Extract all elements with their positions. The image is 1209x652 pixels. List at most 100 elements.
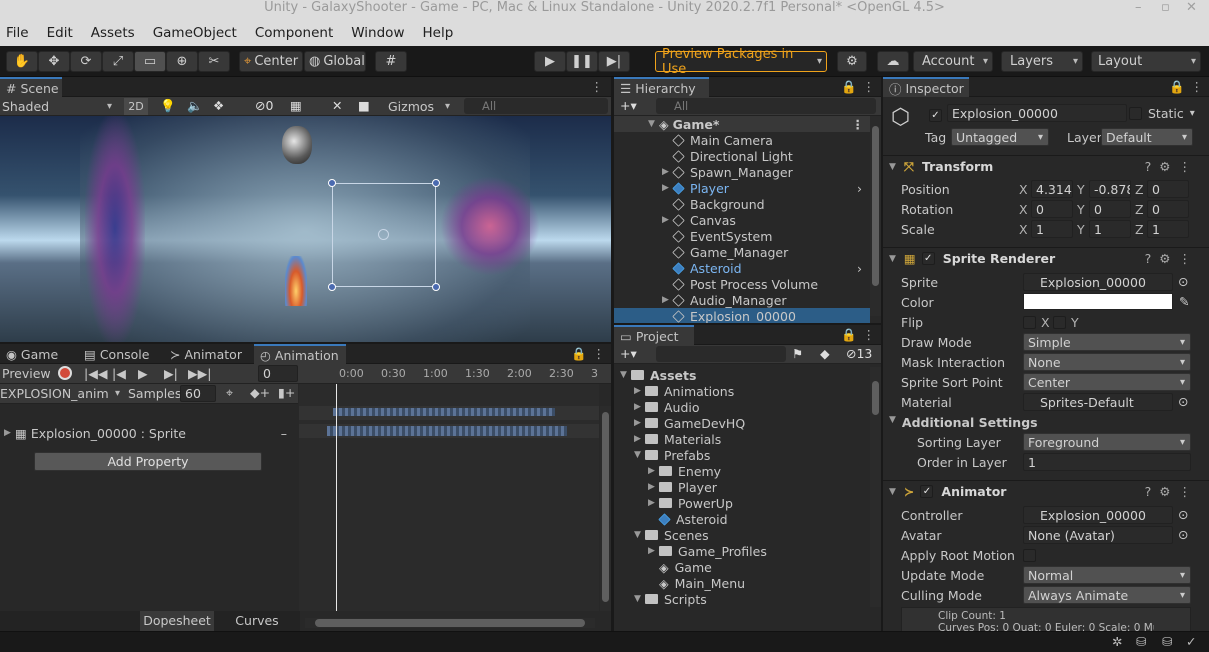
pivot-global-button[interactable]: ◍ Global xyxy=(304,51,366,72)
tag-dropdown[interactable]: Untagged xyxy=(951,128,1049,146)
project-scrollbar[interactable] xyxy=(870,367,881,607)
curves-tab[interactable]: Curves xyxy=(222,611,292,631)
menu-window[interactable]: Window xyxy=(351,25,404,41)
sort-point-dropdown[interactable]: Center xyxy=(1023,373,1191,391)
pivot-center-button[interactable]: ⌖ Center xyxy=(239,51,303,72)
hierarchy-item[interactable]: ▶ Audio_Manager xyxy=(614,292,870,308)
dopesheet-tab[interactable]: Dopesheet xyxy=(140,611,214,631)
scene-search-input[interactable]: All xyxy=(464,98,608,114)
tab-animation[interactable]: ◴ Animation xyxy=(254,344,346,364)
hierarchy-item[interactable]: EventSystem xyxy=(614,228,870,244)
next-key-icon[interactable]: ▶| xyxy=(164,366,178,381)
chevron-right-icon[interactable]: › xyxy=(857,261,862,276)
root-motion-checkbox[interactable] xyxy=(1023,549,1036,562)
mask-interaction-dropdown[interactable]: None xyxy=(1023,353,1191,371)
hierarchy-item[interactable]: Explosion_00000 xyxy=(614,308,870,323)
menu-assets[interactable]: Assets xyxy=(91,25,135,41)
hierarchy-item[interactable]: Directional Light xyxy=(614,148,870,164)
order-in-layer-field[interactable]: 1 xyxy=(1023,453,1191,471)
static-toggle[interactable]: Static ▾ xyxy=(1129,106,1195,121)
position-z[interactable]: 0 xyxy=(1147,180,1189,198)
tab-console[interactable]: ▤ Console xyxy=(78,344,164,364)
cloud-icon[interactable]: ☁ xyxy=(877,51,909,72)
component-help-settings-icons[interactable]: ?⚙⋮ xyxy=(1145,251,1199,266)
draw-mode-dropdown[interactable]: Simple xyxy=(1023,333,1191,351)
project-item[interactable]: ◈ Main_Menu xyxy=(614,575,870,591)
search-by-label-icon[interactable]: ◆ xyxy=(820,346,830,361)
frame-field[interactable]: 0 xyxy=(258,365,298,382)
project-create-icon[interactable]: +▾ xyxy=(620,346,637,361)
additional-settings-foldout[interactable]: ▼ Additional Settings xyxy=(889,415,1038,430)
tab-hierarchy[interactable]: ☰ Hierarchy xyxy=(614,77,709,97)
timeline-area[interactable]: 0:00 0:30 1:00 1:30 2:00 2:30 3 xyxy=(299,364,599,611)
project-item[interactable]: ▼ Prefabs xyxy=(614,447,870,463)
tab-scene[interactable]: # Scene xyxy=(0,77,62,97)
static-checkbox[interactable] xyxy=(1129,107,1142,120)
first-key-icon[interactable]: |◀◀ xyxy=(84,366,107,381)
hierarchy-item[interactable]: Game_Manager xyxy=(614,244,870,260)
shading-mode-dropdown[interactable]: Shaded xyxy=(2,98,116,115)
object-name-field[interactable]: Explosion_00000 xyxy=(947,104,1127,122)
transform-tool-icon[interactable]: ⊕ xyxy=(166,51,198,72)
project-item[interactable]: ▶ GameDevHQ xyxy=(614,415,870,431)
settings-gear-icon[interactable]: ⚙ xyxy=(837,51,867,72)
property-row[interactable]: ▶ ▦ Explosion_00000 : Sprite – xyxy=(0,424,295,442)
cache-icon[interactable]: ⛁ xyxy=(1136,634,1146,649)
scene-viewport[interactable] xyxy=(0,116,611,342)
project-menu-icon[interactable]: ⋮ xyxy=(863,327,876,342)
lighting-icon[interactable]: 💡 xyxy=(160,98,176,114)
scale-y[interactable]: 1 xyxy=(1089,220,1131,238)
object-picker-icon[interactable]: ⊙ xyxy=(1178,274,1188,289)
menu-gameobject[interactable]: GameObject xyxy=(153,25,237,41)
rect-handle-br[interactable] xyxy=(432,283,440,291)
move-tool-icon[interactable]: ✥ xyxy=(38,51,70,72)
playhead-line[interactable] xyxy=(336,384,337,611)
component-help-settings-icons[interactable]: ?⚙⋮ xyxy=(1145,484,1199,499)
material-field[interactable]: Sprites-Default xyxy=(1023,393,1173,411)
custom-tool-icon[interactable]: ✂ xyxy=(198,51,230,72)
rect-handle-tr[interactable] xyxy=(432,179,440,187)
position-x[interactable]: 4.3141 xyxy=(1031,180,1073,198)
network-icon[interactable]: ⛁ xyxy=(1162,634,1172,649)
property-options-icon[interactable]: – xyxy=(281,426,287,441)
panel-menu-icon[interactable]: ⋮ xyxy=(591,79,604,94)
hierarchy-item[interactable]: ▶ Canvas xyxy=(614,212,870,228)
add-property-button[interactable]: Add Property xyxy=(34,452,262,471)
pivot-handle[interactable] xyxy=(378,229,389,240)
create-add-icon[interactable]: +▾ xyxy=(620,98,637,113)
effects-icon[interactable]: ❖ xyxy=(213,98,224,113)
layers-dropdown[interactable]: Layers xyxy=(1001,51,1083,72)
grid-visibility-icon[interactable]: ▦ xyxy=(290,98,302,113)
project-item[interactable]: ▶ Enemy xyxy=(614,463,870,479)
project-item[interactable]: ▶ Game_Profiles xyxy=(614,543,870,559)
scale-z[interactable]: 1 xyxy=(1147,220,1189,238)
prev-key-icon[interactable]: |◀ xyxy=(112,366,126,381)
preview-packages-button[interactable]: Preview Packages in Use xyxy=(655,47,827,77)
project-item[interactable]: ◈ Game xyxy=(614,559,870,575)
preview-toggle[interactable]: Preview xyxy=(2,366,51,381)
account-dropdown[interactable]: Account xyxy=(913,51,993,72)
position-y[interactable]: -0.878 xyxy=(1089,180,1131,198)
update-mode-dropdown[interactable]: Normal xyxy=(1023,566,1191,584)
controller-picker-icon[interactable]: ⊙ xyxy=(1178,507,1188,522)
menu-component[interactable]: Component xyxy=(255,25,333,41)
project-item[interactable]: ▶ Player xyxy=(614,479,870,495)
rotation-x[interactable]: 0 xyxy=(1031,200,1073,218)
hierarchy-item[interactable]: ▶ Spawn_Manager xyxy=(614,164,870,180)
animation-lock-icon[interactable]: 🔒 xyxy=(571,346,587,362)
grid-snap-icon[interactable]: # xyxy=(375,51,407,72)
project-item[interactable]: ▼ Scenes xyxy=(614,527,870,543)
eyedropper-icon[interactable]: ✎ xyxy=(1179,294,1189,309)
pause-button[interactable]: ❚❚ xyxy=(566,51,598,72)
hierarchy-item[interactable]: ▶ Player › xyxy=(614,180,870,196)
color-swatch[interactable] xyxy=(1023,293,1173,310)
scale-x[interactable]: 1 xyxy=(1031,220,1073,238)
2d-toggle-button[interactable]: 2D xyxy=(124,98,148,115)
camera-icon[interactable]: ■ xyxy=(358,98,370,113)
component-enabled-checkbox[interactable]: ✓ xyxy=(921,252,935,265)
samples-field[interactable]: 60 xyxy=(180,385,216,402)
rotation-z[interactable]: 0 xyxy=(1147,200,1189,218)
record-button[interactable] xyxy=(58,366,72,380)
project-item[interactable]: Asteroid xyxy=(614,511,870,527)
hierarchy-item[interactable]: Asteroid › xyxy=(614,260,870,276)
